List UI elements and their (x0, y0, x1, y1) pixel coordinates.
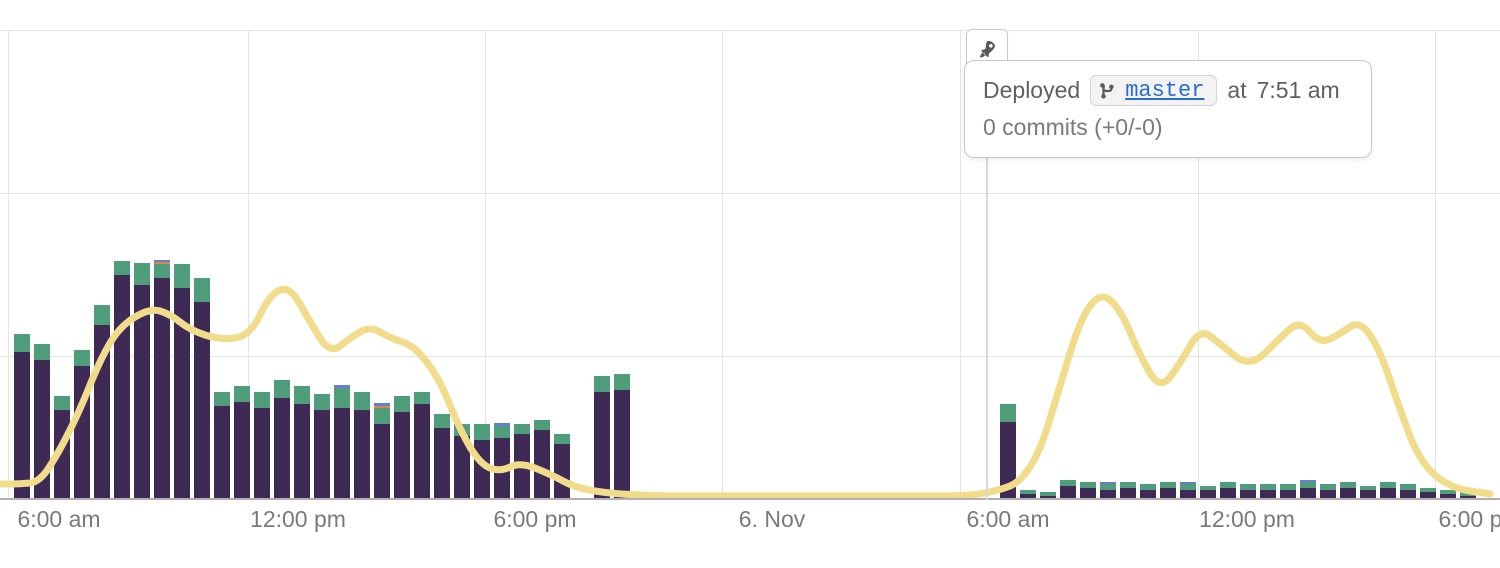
bar[interactable] (594, 376, 610, 500)
bar[interactable] (494, 423, 510, 500)
bar[interactable] (1000, 404, 1016, 500)
bar[interactable] (414, 392, 430, 500)
bar[interactable] (614, 374, 630, 500)
git-branch-icon (1099, 82, 1117, 100)
bar[interactable] (474, 424, 490, 500)
bar[interactable] (194, 278, 210, 500)
bar[interactable] (334, 385, 350, 500)
bar[interactable] (134, 263, 150, 500)
bar[interactable] (374, 403, 390, 500)
x-tick-label: 12:00 pm (250, 506, 346, 533)
bar[interactable] (234, 386, 250, 500)
bar[interactable] (294, 386, 310, 500)
deployed-label: Deployed (983, 77, 1080, 104)
bar[interactable] (554, 434, 570, 500)
bar[interactable] (434, 414, 450, 500)
bar[interactable] (1060, 480, 1076, 500)
x-tick-label: 12:00 pm (1199, 506, 1295, 533)
bar[interactable] (1300, 480, 1316, 500)
bar[interactable] (454, 424, 470, 500)
x-axis-labels: 6:00 am 12:00 pm 6:00 pm 6. Nov 6:00 am 12:00… (0, 506, 1500, 546)
bar[interactable] (314, 394, 330, 500)
bar[interactable] (34, 344, 50, 500)
x-tick-label: 6:00 pm (493, 506, 576, 533)
x-tick-label: 6:00 pm (1438, 506, 1500, 533)
bar[interactable] (254, 392, 270, 500)
bar[interactable] (54, 396, 70, 500)
bar[interactable] (534, 420, 550, 500)
branch-chip[interactable]: master (1090, 75, 1217, 106)
deploy-tooltip: Deployed master at 7:51 am 0 commits (+0… (964, 60, 1372, 158)
bar[interactable] (274, 380, 290, 500)
x-tick-label: 6:00 am (17, 506, 100, 533)
x-tick-label: 6:00 am (966, 506, 1049, 533)
bar[interactable] (354, 392, 370, 500)
rocket-icon (976, 39, 998, 61)
bar[interactable] (154, 260, 170, 500)
bar[interactable] (214, 392, 230, 500)
x-axis-baseline (0, 498, 1500, 500)
bar[interactable] (114, 261, 130, 500)
deploy-commits-line: 0 commits (+0/-0) (983, 114, 1353, 141)
bar[interactable] (174, 264, 190, 500)
bar[interactable] (14, 334, 30, 500)
branch-name-link[interactable]: master (1125, 78, 1204, 103)
deploy-time: 7:51 am (1257, 77, 1340, 104)
bar[interactable] (94, 305, 110, 500)
deploy-time-prefix: at (1227, 77, 1246, 104)
x-tick-label: 6. Nov (739, 506, 805, 533)
bar[interactable] (394, 396, 410, 500)
bar[interactable] (514, 424, 530, 500)
bar[interactable] (74, 350, 90, 500)
